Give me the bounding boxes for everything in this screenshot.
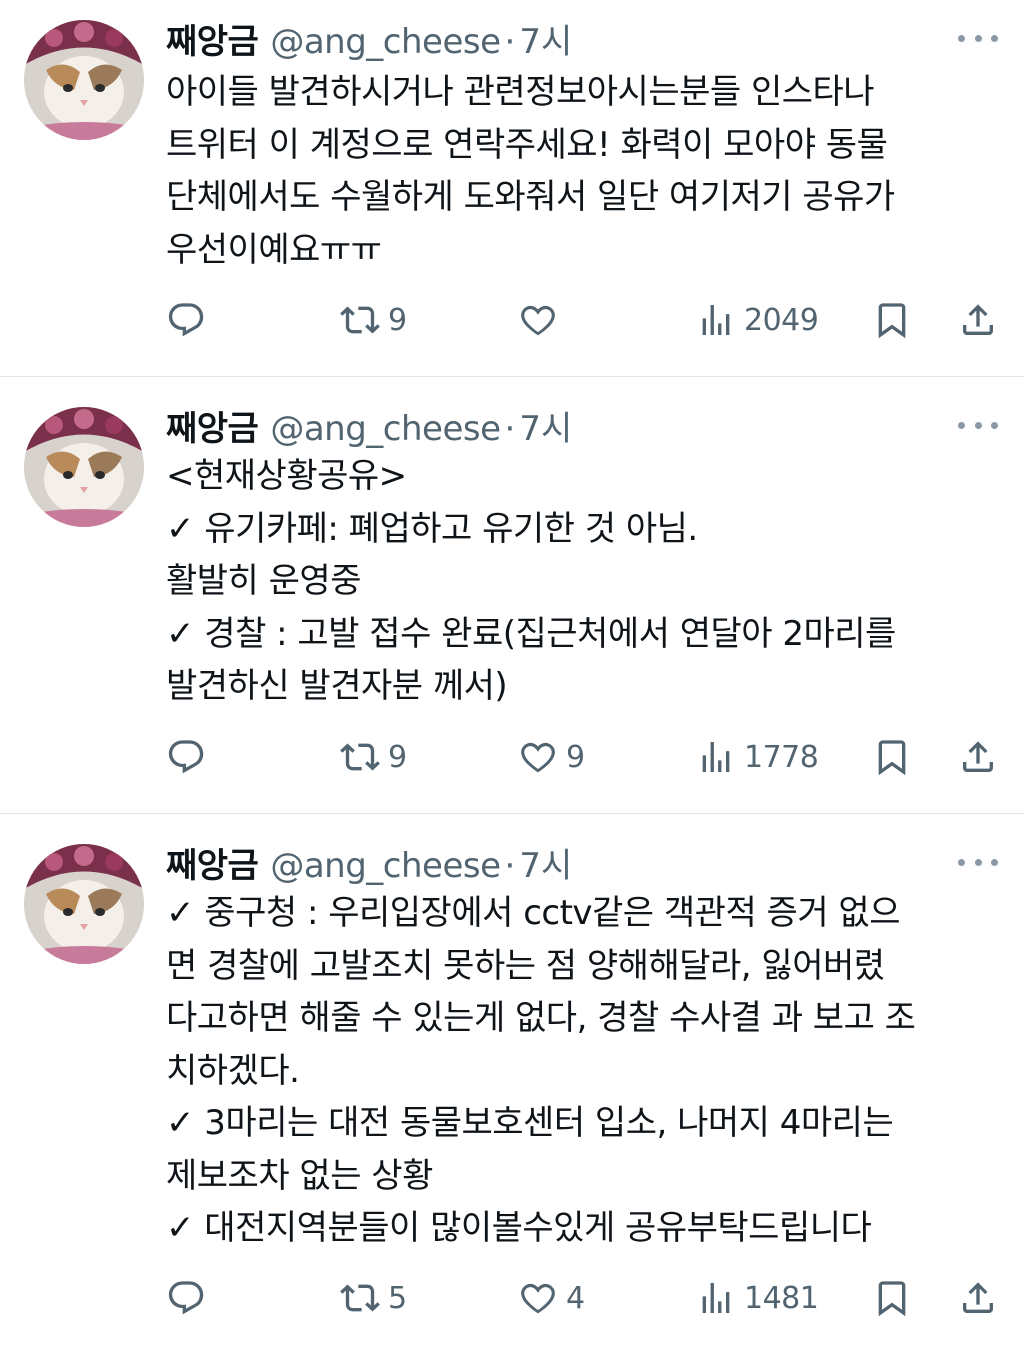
like-count: 9 (566, 739, 585, 775)
retweet-button[interactable]: 9 (340, 734, 407, 780)
action-bar: 5 4 1481 (0, 1275, 1024, 1321)
more-icon[interactable] (958, 419, 998, 431)
retweet-icon (340, 306, 380, 334)
like-count: 4 (566, 1280, 585, 1316)
avatar[interactable] (24, 407, 144, 527)
views-button[interactable]: 1778 (696, 734, 819, 780)
views-count: 1481 (744, 1280, 819, 1316)
reply-button[interactable] (166, 1275, 206, 1321)
cat-avatar-image (24, 407, 144, 527)
tweet-header: 째앙금 @ang_cheese · 7시 (166, 838, 572, 886)
text-line: 다고하면 해줄 수 있는게 없다, 경찰 수사결 과 보고 조 (166, 998, 916, 1038)
tweet-text: ✓ 중구청 : 우리입장에서 cctv같은 객관적 증거 없으 면 경찰에 고발… (166, 887, 1011, 1255)
retweet-count: 9 (388, 302, 407, 338)
tweet-2[interactable]: 째앙금 @ang_cheese · 7시 <현재상황공유> ✓ 유기카페: 폐업… (0, 377, 1024, 813)
text-line: 발견하신 발견자분 께서) (166, 666, 508, 706)
retweet-icon (340, 743, 380, 771)
action-bar: 9 2049 (0, 297, 1024, 343)
like-button[interactable]: 4 (518, 1275, 585, 1321)
timestamp[interactable]: 7시 (519, 14, 572, 63)
separator-dot: · (504, 409, 516, 449)
tweet-header: 째앙금 @ang_cheese · 7시 (166, 401, 572, 449)
share-button[interactable] (958, 734, 998, 780)
like-button[interactable]: 9 (518, 734, 585, 780)
text-line: ✓ 경찰 : 고발 접수 완료(집근처에서 연달아 2마리를 (166, 613, 896, 654)
text-line: 우선이예요ㅠㅠ (166, 229, 382, 270)
retweet-icon (340, 1284, 380, 1312)
separator-dot: · (504, 22, 516, 62)
views-count: 2049 (744, 302, 819, 338)
views-button[interactable]: 2049 (696, 297, 819, 343)
heart-icon (521, 1283, 555, 1314)
views-icon (702, 742, 730, 772)
timestamp[interactable]: 7시 (519, 838, 572, 887)
retweet-button[interactable]: 5 (340, 1275, 407, 1321)
reply-button[interactable] (166, 734, 206, 780)
text-line: ✓ 대전지역분들이 많이볼수있게 공유부탁드립니다 (166, 1208, 872, 1248)
share-button[interactable] (958, 1275, 998, 1321)
text-line: 아이들 발견하시거나 관련정보아시는분들 인스타나 (166, 72, 875, 112)
bookmark-button[interactable] (872, 734, 912, 780)
bookmark-icon (878, 740, 906, 776)
reply-icon (168, 303, 204, 337)
text-line: ✓ 중구청 : 우리입장에서 cctv같은 객관적 증거 없으 (166, 893, 900, 933)
reply-icon (168, 740, 204, 774)
retweet-count: 9 (388, 739, 407, 775)
retweet-count: 5 (388, 1280, 407, 1316)
tweet-1[interactable]: 째앙금 @ang_cheese · 7시 아이들 발견하시거나 관련정보아시는분… (0, 0, 1024, 376)
display-name[interactable]: 째앙금 (166, 838, 259, 887)
share-icon (963, 741, 993, 772)
share-icon (963, 1282, 993, 1313)
heart-icon (521, 305, 555, 336)
tweet-text: 아이들 발견하시거나 관련정보아시는분들 인스타나 트위터 이 계정으로 연락주… (166, 66, 1011, 276)
action-bar: 9 9 1778 (0, 734, 1024, 780)
text-line: 단체에서도 수월하게 도와줘서 일단 여기저기 공유가 (166, 177, 895, 217)
cat-avatar-image (24, 844, 144, 964)
share-button[interactable] (958, 297, 998, 343)
timestamp[interactable]: 7시 (519, 401, 572, 450)
text-line: ✓ 유기카페: 폐업하고 유기한 것 아님. (166, 508, 698, 549)
user-handle[interactable]: @ang_cheese (270, 22, 501, 62)
cat-avatar-image (24, 20, 144, 140)
like-button[interactable] (518, 297, 566, 343)
more-icon[interactable] (958, 856, 998, 868)
retweet-button[interactable]: 9 (340, 297, 407, 343)
text-line: 제보조차 없는 상황 (166, 1155, 433, 1196)
bookmark-icon (878, 1281, 906, 1317)
text-line: <현재상황공유> (166, 456, 407, 496)
views-icon (702, 305, 730, 335)
tweet-3[interactable]: 째앙금 @ang_cheese · 7시 ✓ 중구청 : 우리입장에서 cctv… (0, 814, 1024, 1354)
avatar[interactable] (24, 20, 144, 140)
text-line: 활발히 운영중 (166, 561, 362, 601)
views-count: 1778 (744, 739, 819, 775)
user-handle[interactable]: @ang_cheese (270, 846, 501, 886)
bookmark-icon (878, 303, 906, 339)
views-icon (702, 1283, 730, 1313)
avatar[interactable] (24, 844, 144, 964)
separator-dot: · (504, 846, 516, 886)
reply-button[interactable] (166, 297, 206, 343)
bookmark-button[interactable] (872, 297, 912, 343)
heart-icon (521, 742, 555, 773)
more-icon[interactable] (958, 32, 998, 44)
reply-icon (168, 1281, 204, 1315)
share-icon (963, 304, 993, 335)
views-button[interactable]: 1481 (696, 1275, 819, 1321)
text-line: ✓ 3마리는 대전 동물보호센터 입소, 나머지 4마리는 (166, 1103, 894, 1143)
text-line: 치하겠다. (166, 1050, 300, 1091)
display-name[interactable]: 째앙금 (166, 401, 259, 450)
text-line: 면 경찰에 고발조치 못하는 점 양해해달라, 잃어버렸 (166, 945, 885, 986)
text-line: 트위터 이 계정으로 연락주세요! 화력이 모아야 동물 (166, 124, 888, 165)
bookmark-button[interactable] (872, 1275, 912, 1321)
tweet-text: <현재상황공유> ✓ 유기카페: 폐업하고 유기한 것 아님. 활발히 운영중 … (166, 450, 1011, 713)
tweet-header: 째앙금 @ang_cheese · 7시 (166, 14, 572, 62)
user-handle[interactable]: @ang_cheese (270, 409, 501, 449)
display-name[interactable]: 째앙금 (166, 14, 259, 63)
